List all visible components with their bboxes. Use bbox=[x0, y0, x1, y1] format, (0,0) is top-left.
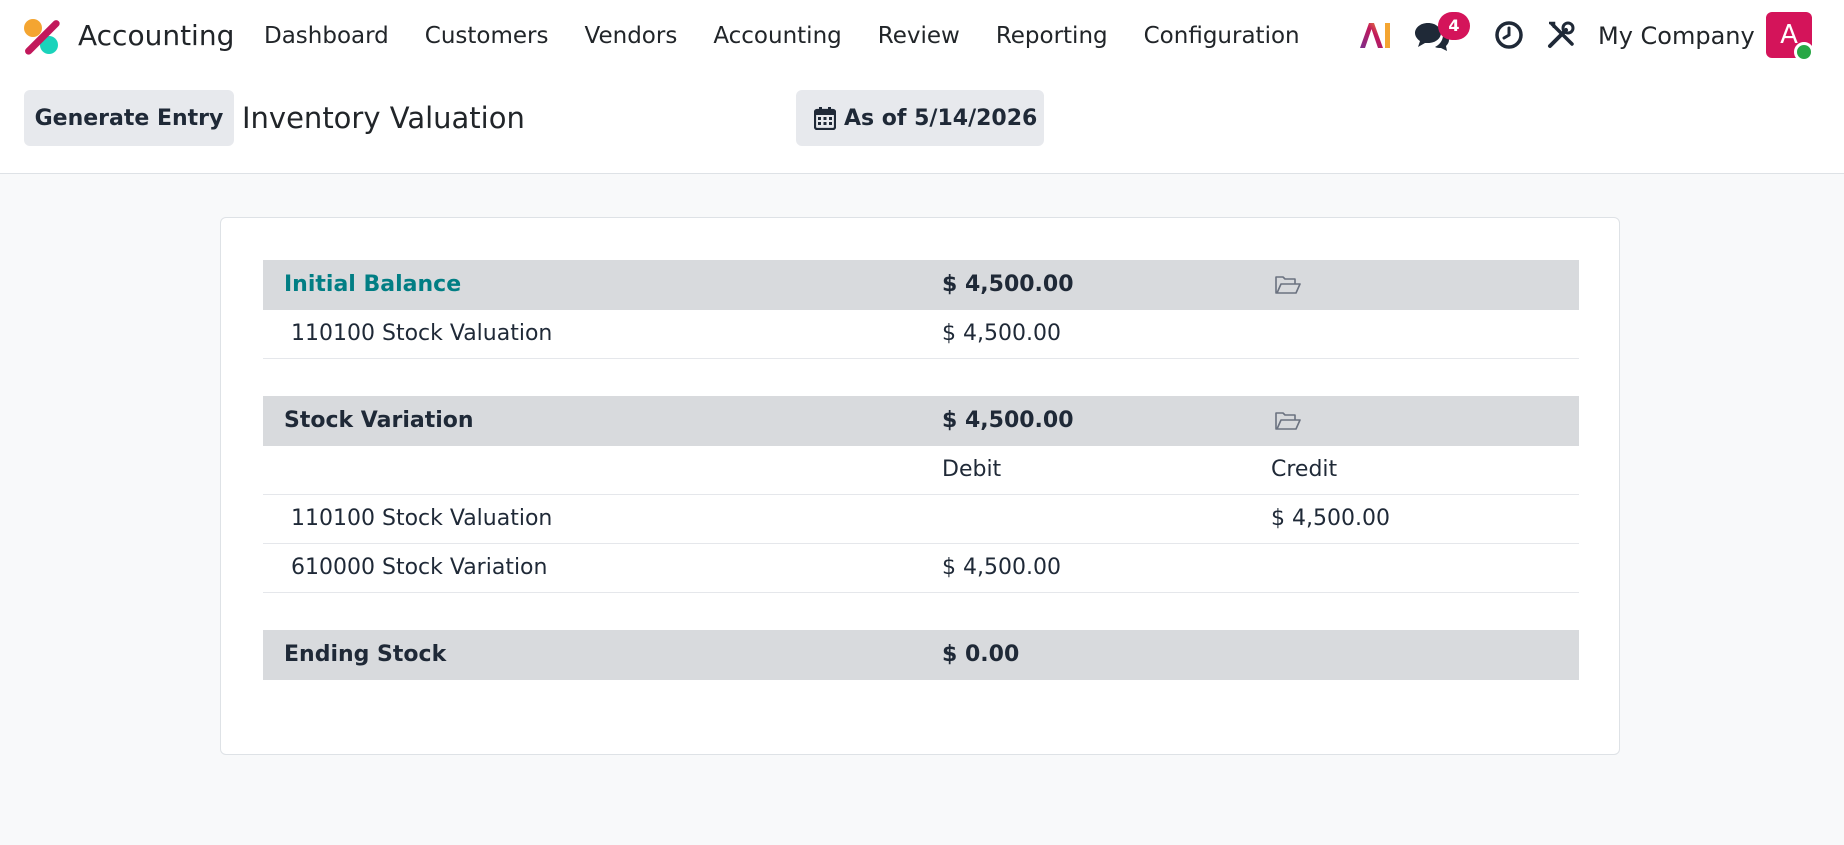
ending-stock-label: Ending Stock bbox=[284, 642, 447, 667]
date-filter-label: As of 5/14/2026 bbox=[844, 105, 1038, 131]
page-title: Inventory Valuation bbox=[242, 101, 525, 135]
menu-item-dashboard[interactable]: Dashboard bbox=[264, 18, 389, 54]
clock-icon[interactable] bbox=[1494, 20, 1524, 50]
menu-item-customers[interactable]: Customers bbox=[425, 18, 549, 54]
account-name: 610000 Stock Variation bbox=[291, 555, 548, 580]
main-menu: Dashboard Customers Vendors Accounting R… bbox=[264, 18, 1336, 54]
menu-item-reporting[interactable]: Reporting bbox=[996, 18, 1108, 54]
valuation-card: Initial Balance $ 4,500.00 110100 Stock … bbox=[220, 217, 1620, 755]
section-header-stock-variation: Stock Variation $ 4,500.00 bbox=[263, 396, 1579, 446]
stock-variation-label: Stock Variation bbox=[284, 408, 474, 433]
account-name: 110100 Stock Valuation bbox=[291, 321, 553, 346]
column-header-row: Debit Credit bbox=[263, 446, 1579, 495]
table-row: 610000 Stock Variation $ 4,500.00 bbox=[263, 544, 1579, 593]
account-name: 110100 Stock Valuation bbox=[291, 506, 553, 531]
app-name[interactable]: Accounting bbox=[78, 17, 234, 55]
company-switcher[interactable]: My Company bbox=[1598, 17, 1755, 55]
section-header-initial-balance: Initial Balance $ 4,500.00 bbox=[263, 260, 1579, 310]
menu-item-review[interactable]: Review bbox=[878, 18, 960, 54]
calendar-icon bbox=[814, 107, 836, 130]
control-panel: Generate Entry Inventory Valuation As of… bbox=[0, 72, 1844, 174]
date-filter-button[interactable]: As of 5/14/2026 bbox=[796, 90, 1044, 146]
menu-item-configuration[interactable]: Configuration bbox=[1144, 18, 1300, 54]
table-row: 110100 Stock Valuation $ 4,500.00 bbox=[263, 495, 1579, 544]
initial-balance-total: $ 4,500.00 bbox=[942, 272, 1074, 297]
chat-badge: 4 bbox=[1438, 12, 1470, 40]
debit-amount: $ 4,500.00 bbox=[942, 555, 1061, 580]
credit-amount: $ 4,500.00 bbox=[1271, 506, 1390, 531]
table-row: 110100 Stock Valuation $ 4,500.00 bbox=[263, 310, 1579, 359]
folder-open-icon[interactable] bbox=[1275, 411, 1301, 431]
debit-column-header: Debit bbox=[942, 457, 1002, 482]
credit-column-header: Credit bbox=[1271, 457, 1338, 482]
menu-item-vendors[interactable]: Vendors bbox=[585, 18, 678, 54]
top-navbar: Accounting Dashboard Customers Vendors A… bbox=[0, 0, 1844, 72]
initial-balance-link[interactable]: Initial Balance bbox=[284, 260, 461, 310]
online-status-dot bbox=[1794, 42, 1814, 62]
app-logo-icon[interactable] bbox=[22, 17, 62, 57]
tools-icon[interactable] bbox=[1546, 20, 1576, 50]
folder-open-icon[interactable] bbox=[1275, 275, 1301, 295]
generate-entry-button[interactable]: Generate Entry bbox=[24, 90, 234, 146]
section-header-ending-stock: Ending Stock $ 0.00 bbox=[263, 630, 1579, 680]
account-amount: $ 4,500.00 bbox=[942, 321, 1061, 346]
ai-icon[interactable] bbox=[1358, 20, 1392, 50]
ending-stock-total: $ 0.00 bbox=[942, 642, 1020, 667]
stock-variation-total: $ 4,500.00 bbox=[942, 408, 1074, 433]
menu-item-accounting[interactable]: Accounting bbox=[713, 18, 841, 54]
valuation-report: Initial Balance $ 4,500.00 110100 Stock … bbox=[263, 260, 1579, 680]
